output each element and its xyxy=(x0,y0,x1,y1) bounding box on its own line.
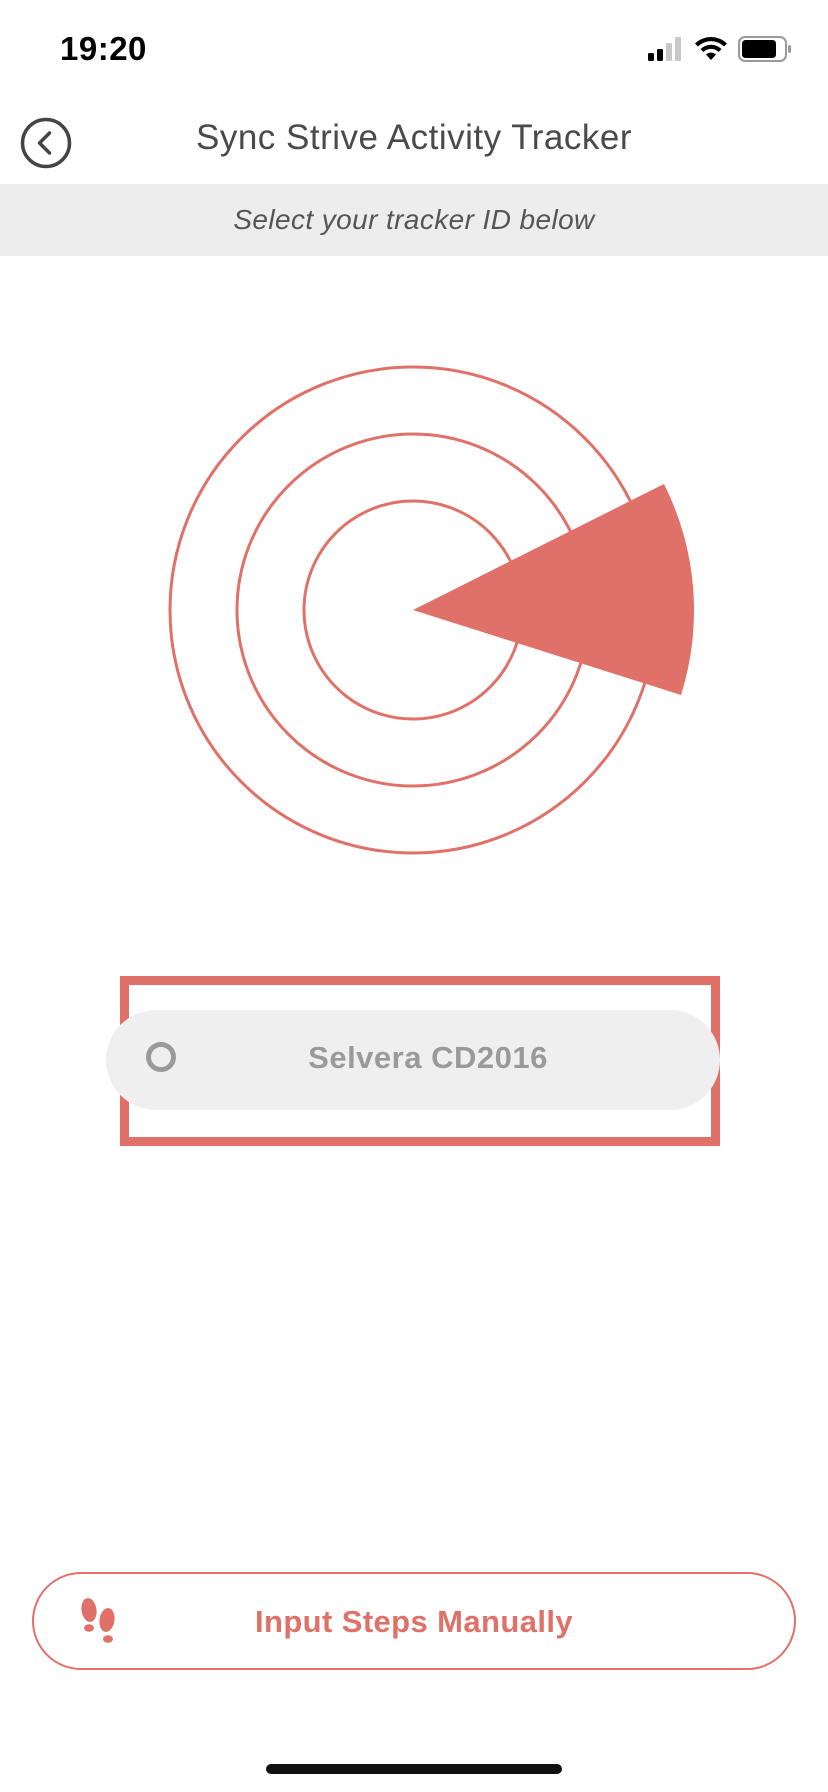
input-steps-manually-button[interactable]: Input Steps Manually xyxy=(32,1572,796,1670)
status-icons xyxy=(648,34,792,64)
wifi-icon xyxy=(695,37,727,60)
page-title: Sync Strive Activity Tracker xyxy=(195,118,633,157)
instruction-text: Select your tracker ID below xyxy=(233,204,595,235)
status-time: 19:20 xyxy=(60,30,147,67)
header: Sync Strive Activity Tracker xyxy=(0,100,828,184)
radar-scan-icon xyxy=(168,365,695,855)
cellular-signal-icon xyxy=(648,37,681,61)
manual-button-label: Input Steps Manually xyxy=(254,1604,574,1639)
screen: 19:20 Sync Strive Activity Tracker Selec… xyxy=(0,0,828,1792)
home-indicator[interactable] xyxy=(266,1764,562,1774)
status-bar: 19:20 xyxy=(0,0,828,100)
instruction-banner: Select your tracker ID below xyxy=(0,184,828,256)
device-option[interactable]: Selvera CD2016 xyxy=(106,1010,720,1110)
battery-icon xyxy=(738,36,791,62)
device-name: Selvera CD2016 xyxy=(308,1040,548,1075)
radar-sweep xyxy=(413,484,695,695)
